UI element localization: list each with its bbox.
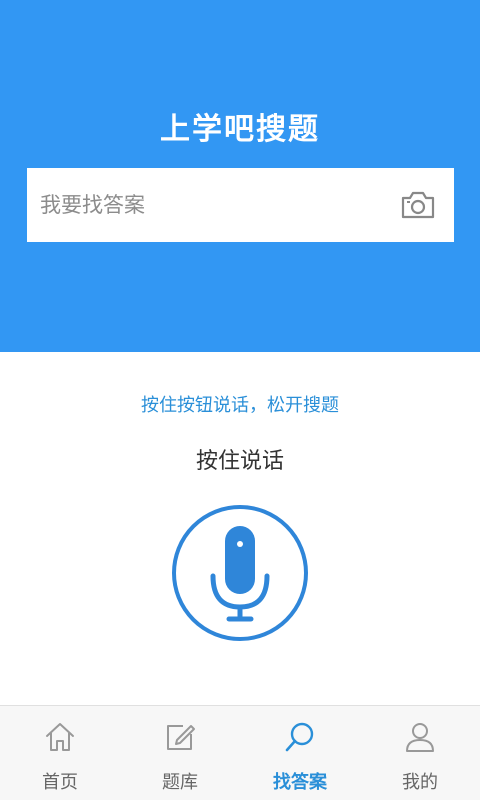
hold-to-talk-button[interactable] (171, 504, 309, 642)
hold-to-talk-label: 按住说话 (195, 449, 284, 474)
tab-question-bank-label: 题库 (162, 772, 198, 793)
screen: 上学吧搜题 按住按钮说话，松开搜题 按住说话 (0, 0, 480, 800)
tab-question-bank[interactable]: 题库 (120, 706, 240, 800)
camera-button[interactable] (398, 187, 438, 223)
app-title: 上学吧搜题 (160, 112, 320, 147)
voice-hint: 按住按钮说话，松开搜题 (141, 395, 339, 416)
search-input[interactable] (27, 168, 398, 242)
search-bar[interactable] (27, 168, 454, 242)
home-icon (46, 723, 74, 751)
tab-profile-label: 我的 (402, 772, 438, 793)
tab-find-answer-label: 找答案 (273, 772, 327, 793)
camera-icon (401, 191, 435, 219)
search-icon (285, 722, 314, 752)
edit-icon (167, 725, 195, 750)
tab-find-answer[interactable]: 找答案 (240, 706, 360, 800)
bottom-tab-bar: 首页 题库 找答案 我的 (0, 705, 480, 800)
microphone-icon (172, 505, 308, 641)
tab-home-label: 首页 (42, 772, 78, 793)
tab-profile[interactable]: 我的 (360, 706, 480, 800)
user-icon (406, 723, 434, 752)
header-banner: 上学吧搜题 (0, 0, 480, 352)
tab-home[interactable]: 首页 (0, 706, 120, 800)
